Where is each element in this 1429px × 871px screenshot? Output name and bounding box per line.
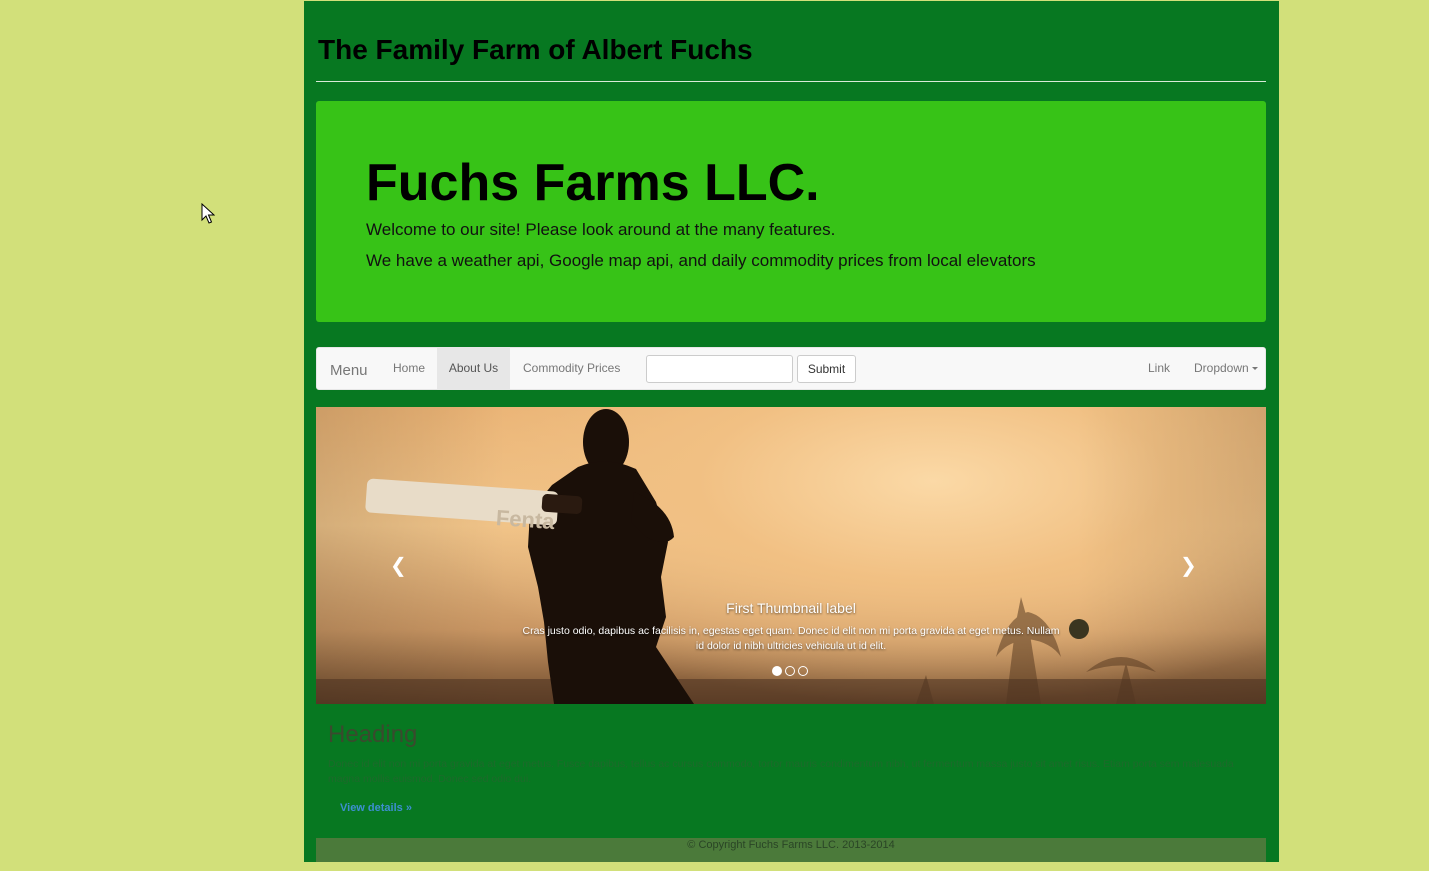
carousel: Fenta ❮ ❯ First Thumbnail label Cras jus…	[316, 407, 1266, 704]
jumbotron-heading: Fuchs Farms LLC.	[366, 154, 820, 212]
jumbotron-features-text: We have a weather api, Google map api, a…	[366, 251, 1036, 270]
nav-dropdown[interactable]: Dropdown	[1194, 348, 1258, 389]
batsman-silhouette	[528, 409, 694, 704]
site-title: The Family Farm of Albert Fuchs	[318, 34, 753, 65]
navbar: Menu Home About Us Commodity Prices Subm…	[316, 347, 1266, 390]
ground	[316, 679, 1266, 704]
nav-item-about-us[interactable]: About Us	[437, 348, 510, 389]
jumbotron-welcome-text: Welcome to our site! Please look around …	[366, 220, 836, 239]
nav-item-home[interactable]: Home	[393, 348, 425, 389]
nav-item-commodity-prices[interactable]: Commodity Prices	[523, 348, 620, 389]
section-heading: Heading	[328, 721, 418, 748]
title-divider	[316, 81, 1266, 82]
search-input[interactable]	[646, 355, 793, 383]
footer: © Copyright Fuchs Farms LLC. 2013-2014	[316, 838, 1266, 862]
carousel-indicator-3[interactable]	[798, 666, 808, 676]
carousel-caption-title: First Thumbnail label	[726, 600, 856, 616]
cricket-bat: Fenta	[365, 478, 583, 534]
section-text: Donec id elit non mi porta gravida at eg…	[328, 758, 1234, 785]
page-container: The Family Farm of Albert Fuchs Fuchs Fa…	[304, 1, 1279, 862]
nav-dropdown-label: Dropdown	[1194, 361, 1249, 375]
carousel-slide-image: Fenta	[316, 409, 1266, 704]
submit-button[interactable]: Submit	[797, 355, 856, 383]
navbar-brand[interactable]: Menu	[330, 362, 368, 379]
caret-down-icon	[1251, 367, 1258, 371]
chevron-right-icon[interactable]: ❯	[1180, 553, 1197, 578]
footer-copyright: © Copyright Fuchs Farms LLC. 2013-2014	[687, 839, 895, 851]
cricket-ball	[1069, 619, 1089, 639]
nav-link[interactable]: Link	[1148, 348, 1170, 389]
chevron-left-icon[interactable]: ❮	[390, 553, 407, 578]
carousel-indicator-1[interactable]	[772, 666, 782, 676]
bat-logo-text: Fenta	[495, 505, 556, 534]
carousel-indicator-2[interactable]	[785, 666, 795, 676]
mouse-pointer-icon	[201, 203, 215, 224]
carousel-caption-text: Cras justo odio, dapibus ac facilisis in…	[522, 625, 1060, 652]
view-details-link[interactable]: View details »	[340, 802, 412, 814]
jumbotron: Fuchs Farms LLC. Welcome to our site! Pl…	[316, 101, 1266, 322]
